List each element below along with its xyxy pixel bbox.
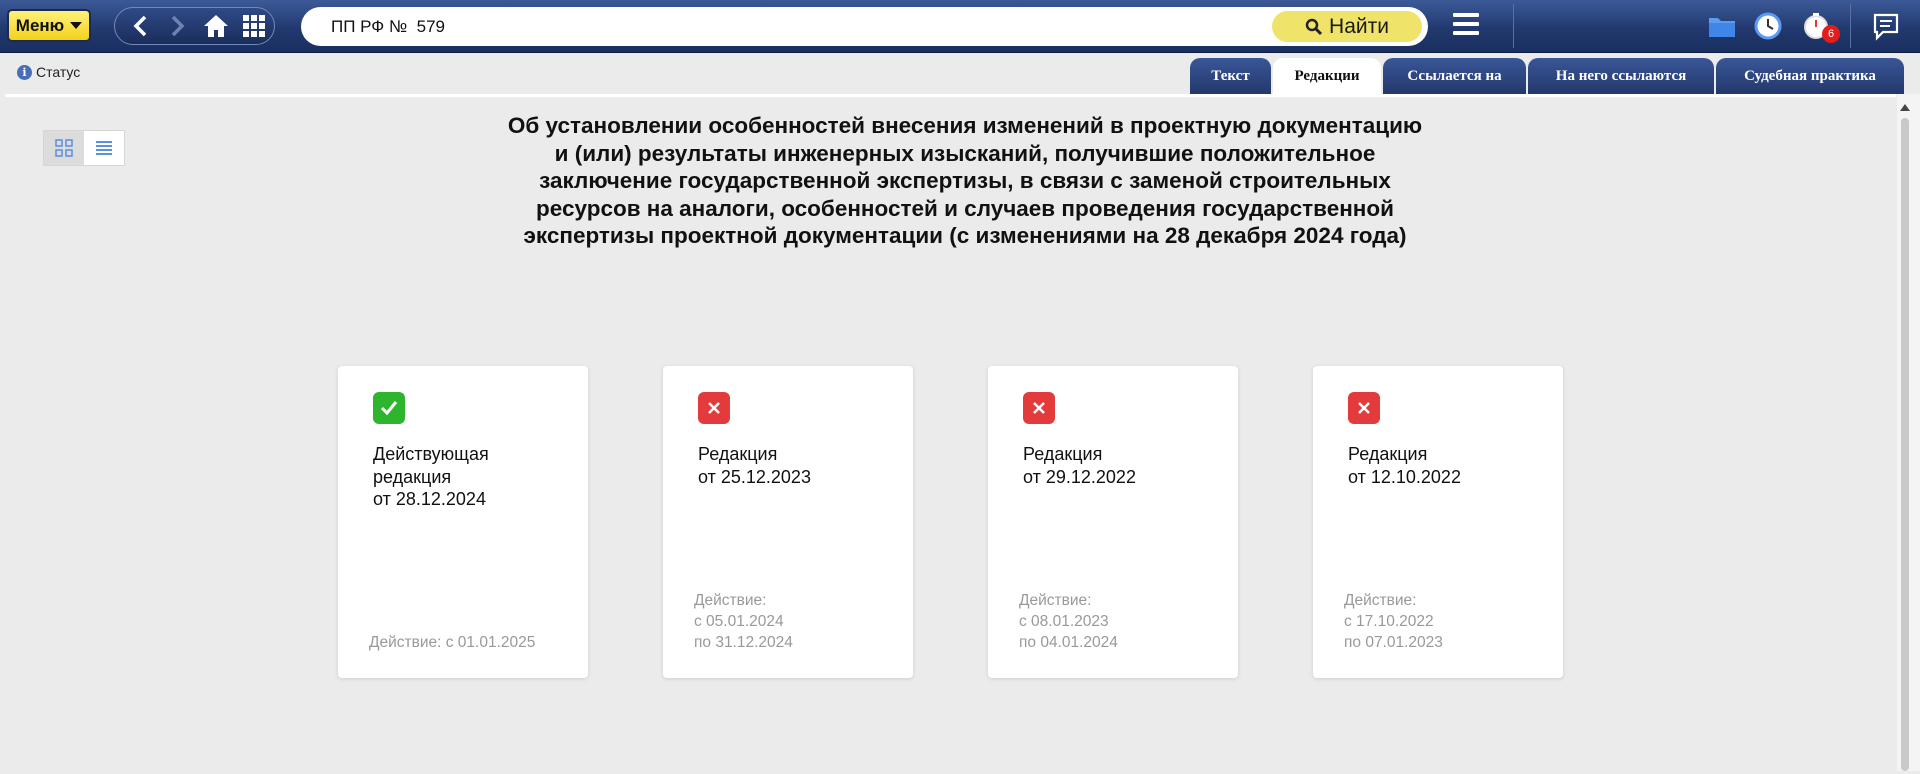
status-link[interactable]: i Статус [17, 64, 80, 80]
list-view-button[interactable] [84, 131, 124, 165]
title-line: и (или) результаты инженерных изысканий,… [554, 140, 1376, 166]
tab-label: Ссылается на [1407, 67, 1502, 84]
apps-grid-icon [243, 15, 265, 37]
validity-line: с 05.01.2024 [694, 613, 784, 630]
cross-icon [698, 392, 730, 424]
home-icon [204, 15, 228, 37]
find-button-label: Найти [1329, 14, 1389, 38]
tab-court-practice[interactable]: Судебная практика [1716, 58, 1904, 94]
scrollbar-thumb[interactable] [1901, 118, 1909, 771]
toolbar-divider [1513, 4, 1514, 48]
validity-line: по 31.12.2024 [694, 634, 793, 651]
tab-editions[interactable]: Редакции [1273, 58, 1381, 94]
validity-line: Действие: [1019, 592, 1092, 609]
clock-icon[interactable] [1753, 11, 1783, 41]
vertical-scrollbar[interactable] [1897, 94, 1920, 771]
tab-references[interactable]: Ссылается на [1383, 58, 1526, 94]
back-button[interactable] [123, 11, 157, 41]
apps-button[interactable] [237, 11, 271, 41]
toolbar-divider [1850, 4, 1851, 48]
edition-name-line: Действующая [373, 444, 489, 464]
validity-line: по 07.01.2023 [1344, 634, 1443, 651]
edition-name-line: Редакция [1348, 444, 1428, 464]
search-box: Найти [301, 7, 1428, 46]
edition-name-line: от 29.12.2022 [1023, 466, 1136, 487]
title-line: экспертизы проектной документации (с изм… [523, 223, 1407, 248]
tab-text[interactable]: Текст [1190, 58, 1271, 94]
hamburger-icon[interactable] [1453, 13, 1479, 39]
edition-name-line: от 12.10.2022 [1348, 466, 1461, 487]
edition-name-line: Редакция [698, 444, 778, 464]
folder-icon[interactable] [1707, 11, 1737, 41]
cross-icon [1023, 392, 1055, 424]
cross-icon [1348, 392, 1380, 424]
search-icon [1305, 18, 1323, 35]
menu-button[interactable]: Меню [7, 9, 91, 42]
tab-label: На него ссылаются [1555, 67, 1687, 84]
grid-view-icon [55, 139, 73, 157]
edition-validity: Действие: с 05.01.2024 по 31.12.2024 [694, 590, 899, 653]
view-toggle [43, 130, 125, 166]
forward-button[interactable] [161, 11, 195, 41]
scroll-up-icon[interactable] [1900, 104, 1910, 111]
validity-line: Действие: [1344, 592, 1417, 609]
title-line: заключение государственной экспертизы, в… [539, 168, 1391, 193]
info-icon: i [17, 64, 32, 80]
edition-name: Редакция от 29.12.2022 [1023, 443, 1213, 488]
caret-down-icon [70, 22, 83, 29]
edition-name-line: редакция [373, 466, 452, 487]
edition-validity: Действие: с 08.01.2023 по 04.01.2024 [1019, 590, 1224, 653]
edition-card[interactable]: Редакция от 25.12.2023 Действие: с 05.01… [663, 366, 913, 678]
validity-line: Действие: с 01.01.2025 [369, 634, 536, 651]
edition-name-line: Редакция [1023, 444, 1103, 464]
validity-line: с 08.01.2023 [1019, 613, 1109, 630]
edition-card-current[interactable]: Действующая редакция от 28.12.2024 Дейст… [338, 366, 588, 678]
validity-line: с 17.10.2022 [1344, 613, 1434, 630]
navigation-group [114, 7, 275, 45]
forward-arrow-icon [171, 15, 185, 37]
home-button[interactable] [199, 11, 233, 41]
find-button[interactable]: Найти [1272, 11, 1422, 42]
grid-view-button[interactable] [44, 131, 84, 165]
validity-line: Действие: [694, 592, 767, 609]
edition-name-line: от 25.12.2023 [698, 466, 811, 487]
tab-label: Судебная практика [1744, 67, 1876, 84]
document-title: Об установлении особенностей внесения из… [460, 112, 1470, 250]
tab-label: Текст [1211, 67, 1250, 84]
edition-card[interactable]: Редакция от 29.12.2022 Действие: с 08.01… [988, 366, 1238, 678]
back-arrow-icon [133, 15, 147, 37]
edition-name: Действующая редакция от 28.12.2024 [373, 443, 563, 511]
title-line: Об установлении особенностей внесения из… [507, 113, 1423, 138]
edition-name-line: от 28.12.2024 [373, 489, 486, 509]
notification-badge: 6 [1822, 25, 1840, 43]
edition-name: Редакция от 12.10.2022 [1348, 443, 1538, 488]
list-view-icon [96, 141, 112, 155]
title-line: ресурсов на аналоги, особенностей и случ… [536, 195, 1394, 221]
edition-card[interactable]: Редакция от 12.10.2022 Действие: с 17.10… [1313, 366, 1563, 678]
validity-line: по 04.01.2024 [1019, 634, 1118, 651]
top-toolbar: Меню Найти [0, 0, 1920, 53]
check-icon [373, 392, 405, 424]
tab-referenced-by[interactable]: На него ссылаются [1528, 58, 1714, 94]
tab-label: Редакции [1294, 67, 1360, 84]
edition-name: Редакция от 25.12.2023 [698, 443, 888, 488]
message-icon[interactable] [1871, 11, 1901, 41]
status-label: Статус [36, 64, 81, 80]
menu-button-label: Меню [15, 15, 65, 35]
search-input[interactable] [329, 13, 1233, 41]
edition-validity: Действие: с 01.01.2025 [369, 632, 574, 653]
edition-validity: Действие: с 17.10.2022 по 07.01.2023 [1344, 590, 1549, 653]
